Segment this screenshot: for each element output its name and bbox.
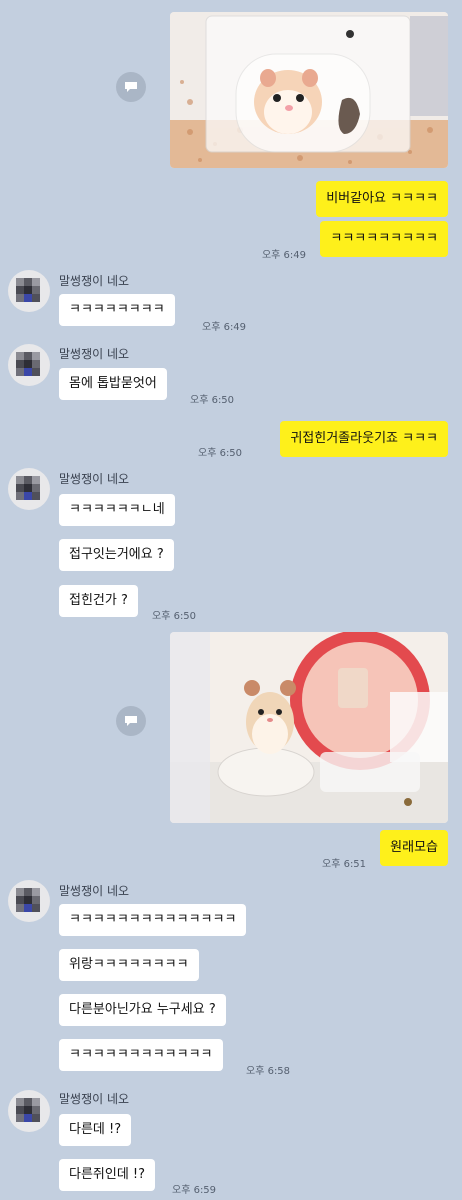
sender-name: 말썽쟁이 네오 xyxy=(59,274,130,288)
hamster-photo-1[interactable] xyxy=(170,12,448,168)
timestamp: 오후 6:50 xyxy=(190,395,235,406)
pixelated-avatar[interactable] xyxy=(8,468,50,510)
my-message-bubble: 비버같아요 ㅋㅋㅋㅋ xyxy=(316,181,448,217)
their-message-bubble: ㅋㅋㅋㅋㅋㅋㅋㅋㅋㅋㅋㅋ xyxy=(59,1039,223,1071)
timestamp: 오후 6:59 xyxy=(172,1185,217,1196)
my-message-bubble: 원래모습 xyxy=(380,830,448,866)
pixelated-avatar[interactable] xyxy=(8,1090,50,1132)
timestamp: 오후 6:58 xyxy=(246,1066,291,1077)
my-message-bubble: 귀접힌거졸라웃기죠 ㅋㅋㅋ xyxy=(280,421,448,457)
their-message-bubble: 위랑ㅋㅋㅋㅋㅋㅋㅋㅋ xyxy=(59,949,199,981)
their-message-bubble: 접구잇는거에요 ? xyxy=(59,539,174,571)
their-message-bubble: ㅋㅋㅋㅋㅋㅋㄴ네 xyxy=(59,494,175,526)
hamster-photo-2[interactable] xyxy=(170,632,448,823)
share-icon[interactable] xyxy=(116,706,146,736)
timestamp: 오후 6:51 xyxy=(322,859,367,870)
pixelated-avatar[interactable] xyxy=(8,880,50,922)
sender-name: 말썽쟁이 네오 xyxy=(59,472,130,486)
timestamp: 오후 6:50 xyxy=(198,448,243,459)
timestamp: 오후 6:50 xyxy=(152,611,197,622)
their-message-bubble: 다른분아닌가요 누구세요 ? xyxy=(59,994,226,1026)
share-icon[interactable] xyxy=(116,72,146,102)
timestamp: 오후 6:49 xyxy=(202,322,247,333)
their-message-bubble: ㅋㅋㅋㅋㅋㅋㅋㅋㅋㅋㅋㅋㅋㅋ xyxy=(59,904,247,936)
timestamp: 오후 6:49 xyxy=(261,250,306,261)
sender-name: 말썽쟁이 네오 xyxy=(59,1092,130,1106)
sender-name: 말썽쟁이 네오 xyxy=(59,884,130,898)
their-message-bubble: ㅋㅋㅋㅋㅋㅋㅋㅋ xyxy=(59,294,175,326)
their-message-bubble: 몸에 톱밥묻엇어 xyxy=(59,368,167,400)
their-message-bubble: 접힌건가 ? xyxy=(59,585,138,617)
pixelated-avatar[interactable] xyxy=(8,270,50,312)
their-message-bubble: 다른데 !? xyxy=(59,1114,132,1146)
pixelated-avatar[interactable] xyxy=(8,344,50,386)
sender-name: 말썽쟁이 네오 xyxy=(59,347,130,361)
my-message-bubble: ㅋㅋㅋㅋㅋㅋㅋㅋㅋ xyxy=(320,221,448,257)
their-message-bubble: 다른쥐인데 !? xyxy=(59,1159,156,1191)
